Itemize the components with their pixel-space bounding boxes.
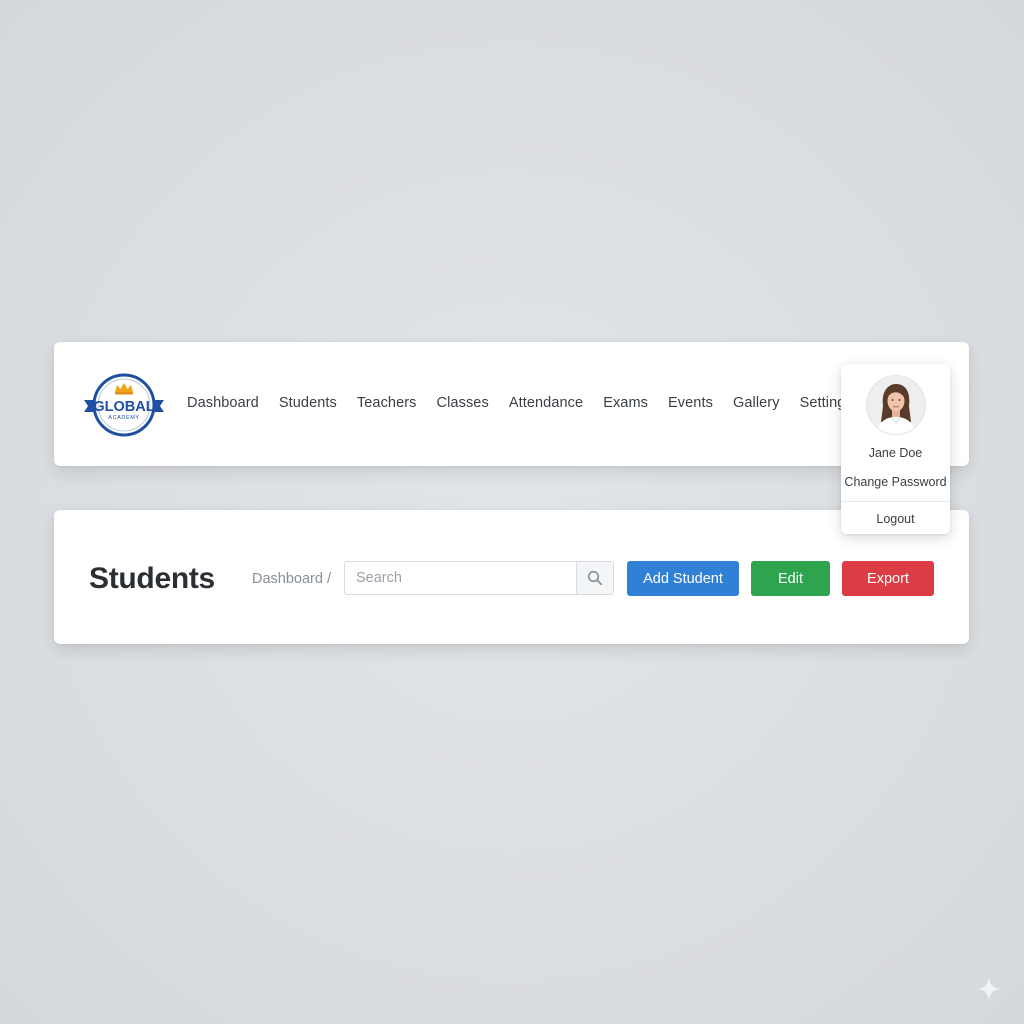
user-avatar-icon xyxy=(867,376,925,434)
nav-item-attendance[interactable]: Attendance xyxy=(509,395,583,411)
profile-name: Jane Doe xyxy=(868,446,923,460)
add-student-button[interactable]: Add Student xyxy=(627,561,739,596)
nav-item-exams[interactable]: Exams xyxy=(603,395,648,411)
search-input[interactable] xyxy=(345,562,576,594)
sparkle-icon xyxy=(977,977,1001,1001)
export-button[interactable]: Export xyxy=(842,561,934,596)
logo-text-academy: ACADEMY xyxy=(108,415,139,421)
search-icon xyxy=(587,570,603,586)
app-background: GLOBAL ACADEMY Dashboard Students Teache… xyxy=(0,0,1024,1024)
page-title: Students xyxy=(89,562,215,595)
main-nav: Dashboard Students Teachers Classes Atte… xyxy=(187,392,853,414)
nav-item-dashboard[interactable]: Dashboard xyxy=(187,395,259,411)
breadcrumb-dashboard-link[interactable]: Dashboard xyxy=(252,571,323,587)
profile-dropdown: Jane Doe Change Password Logout xyxy=(841,364,950,534)
search-button[interactable] xyxy=(576,562,613,594)
change-password-link[interactable]: Change Password xyxy=(841,475,950,489)
dropdown-divider xyxy=(841,501,950,502)
nav-item-events[interactable]: Events xyxy=(668,395,713,411)
brand-logo[interactable]: GLOBAL ACADEMY xyxy=(82,372,166,438)
edit-button[interactable]: Edit xyxy=(751,561,830,596)
breadcrumb: Dashboard / xyxy=(252,570,331,588)
logo-text-global: GLOBAL xyxy=(93,399,154,415)
nav-item-teachers[interactable]: Teachers xyxy=(357,395,417,411)
logout-link[interactable]: Logout xyxy=(841,512,950,526)
nav-item-gallery[interactable]: Gallery xyxy=(733,395,780,411)
avatar[interactable] xyxy=(866,375,926,435)
nav-item-students[interactable]: Students xyxy=(279,395,337,411)
breadcrumb-separator: / xyxy=(326,571,331,587)
nav-item-classes[interactable]: Classes xyxy=(437,395,489,411)
search-box xyxy=(344,561,614,595)
academy-seal-icon: GLOBAL ACADEMY xyxy=(84,373,164,437)
